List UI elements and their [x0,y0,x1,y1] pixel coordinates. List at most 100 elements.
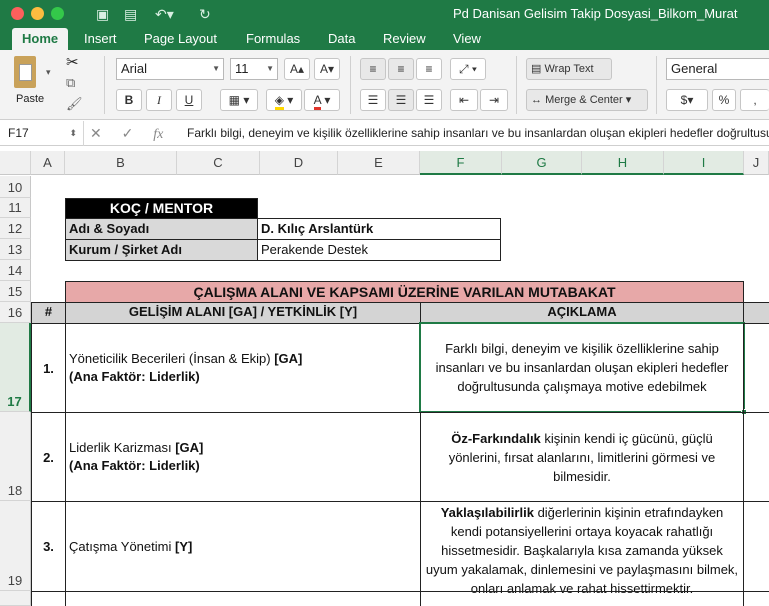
column-header-f[interactable]: F [420,151,502,175]
row-header-18[interactable]: 18 [0,412,31,501]
tab-review[interactable]: Review [373,28,436,50]
table-row-2-num[interactable]: 2. [31,412,66,502]
column-header-h[interactable]: H [582,151,664,175]
org-label-cell[interactable]: Kurum / Şirket Adı [65,239,258,261]
table-row-2-area[interactable]: Liderlik Karizması [GA] (Ana Faktör: Lid… [65,412,421,502]
decrease-indent-button[interactable]: ⇤ [450,89,478,111]
column-header-d[interactable]: D [260,151,338,175]
table-row-2-desc[interactable]: Öz-Farkındalık kişinin kendi iç gücünü, … [420,412,744,502]
merge-center-button[interactable]: ↔ Merge & Center ▾ [526,89,648,111]
row-header-12[interactable]: 12 [0,218,31,239]
column-header-e[interactable]: E [338,151,420,175]
tab-page-layout[interactable]: Page Layout [134,28,227,50]
decrease-font-button[interactable]: A▾ [314,58,340,80]
align-left-button[interactable]: ☰ [360,89,386,111]
percent-button[interactable]: % [712,89,736,111]
column-header-g[interactable]: G [502,151,582,175]
table-row-1-desc-selected[interactable]: Farklı bilgi, deneyim ve kişilik özellik… [419,322,745,413]
copy-icon[interactable]: ⧉ [66,75,75,91]
row-header-20[interactable] [0,591,31,606]
currency-button[interactable]: $▾ [666,89,708,111]
column-header-c[interactable]: C [177,151,260,175]
name-value-cell[interactable]: D. Kılıç Arslantürk [257,218,501,240]
tab-formulas[interactable]: Formulas [236,28,310,50]
table-header-desc[interactable]: AÇIKLAMA [420,302,744,324]
tab-home[interactable]: Home [12,28,69,50]
wrap-text-button[interactable]: ▤ Wrap Text [526,58,612,80]
paste-label[interactable]: Paste [16,93,44,105]
table-header-area[interactable]: GELİŞİM ALANI [GA] / YETKİNLİK [Y] [65,302,421,324]
align-right-button[interactable]: ☰ [416,89,442,111]
table-row-2-extra[interactable] [743,412,769,502]
tab-view[interactable]: View [443,28,491,50]
row-header-14[interactable]: 14 [0,260,31,281]
table-row-3-num[interactable]: 3. [31,501,66,592]
formula-input[interactable]: Farklı bilgi, deneyim ve kişilik özellik… [187,121,769,146]
redo-icon[interactable]: ↻ [199,5,211,23]
format-painter-icon[interactable]: 🖌 [66,96,83,112]
save-icon[interactable]: ▤ [124,5,137,23]
select-all-corner[interactable] [0,151,31,175]
row-header-16[interactable]: 16 [0,302,31,323]
column-header-a[interactable]: A [31,151,65,175]
bold-button[interactable]: B [116,89,142,111]
name-label-cell[interactable]: Adı & Soyadı [65,218,258,240]
fx-icon[interactable]: fx [153,127,163,142]
orientation-button[interactable]: ⤢ ▾ [450,58,486,80]
table-row-1-extra[interactable] [743,323,769,413]
row-header-13[interactable]: 13 [0,239,31,260]
paste-icon[interactable] [14,56,36,88]
cut-icon[interactable]: ✂ [66,53,79,71]
align-middle-button[interactable]: ≡ [388,58,414,80]
merge-icon: ↔ [531,94,542,106]
confirm-icon[interactable]: ✓ [122,125,134,141]
table-header-extra[interactable] [743,302,769,324]
table-row-3-desc[interactable]: Yaklaşılabilirlik diğerlerinin kişinin e… [420,501,744,596]
paste-dropdown-icon[interactable]: ▾ [46,67,51,78]
column-header-j[interactable]: J [744,151,769,175]
underline-button[interactable]: U [176,89,202,111]
number-format-select[interactable]: General [666,58,769,80]
section-title-cell[interactable]: ÇALIŞMA ALANI VE KAPSAMI ÜZERİNE VARILAN… [65,281,744,303]
increase-indent-button[interactable]: ⇥ [480,89,508,111]
table-row-1-area[interactable]: Yöneticilik Becerileri (İnsan & Ekip) [G… [65,323,421,413]
org-value-cell[interactable]: Perakende Destek [257,239,501,261]
align-top-button[interactable]: ≡ [360,58,386,80]
borders-button[interactable]: ▦ ▾ [220,89,258,111]
italic-button[interactable]: I [146,89,172,111]
divider [656,56,657,114]
increase-font-button[interactable]: A▴ [284,58,310,80]
row-header-11[interactable]: 11 [0,198,31,218]
font-size-select[interactable]: 11 ▼ [230,58,278,80]
tab-data[interactable]: Data [318,28,365,50]
fill-color-button[interactable]: ◈ ▾ [266,89,302,111]
column-header-b[interactable]: B [65,151,177,175]
chevron-down-icon: ▼ [212,64,220,73]
comma-button[interactable]: , [740,89,769,111]
table-row-4-num[interactable] [31,591,66,606]
column-header-i[interactable]: I [664,151,744,175]
table-row-3-extra[interactable] [743,501,769,592]
name-box[interactable]: F17 ⬍ [0,121,84,146]
table-row-1-num[interactable]: 1. [31,323,66,413]
sidebar-icon[interactable]: ▣ [96,5,109,23]
row-header-15[interactable]: 15 [0,281,31,302]
font-name-select[interactable]: Arial ▼ [116,58,224,80]
table-row-3-area[interactable]: Çatışma Yönetimi [Y] [65,501,421,592]
row-header-10[interactable]: 10 [0,176,31,198]
cancel-icon[interactable]: ✕ [90,125,102,141]
undo-icon[interactable]: ↶▾ [155,5,174,23]
font-color-button[interactable]: A ▾ [304,89,340,111]
table-header-num[interactable]: # [31,302,66,324]
row-header-17[interactable]: 17 [0,323,31,412]
close-window-button[interactable] [11,7,24,20]
align-bottom-button[interactable]: ≡ [416,58,442,80]
tab-insert[interactable]: Insert [74,28,127,50]
koc-mentor-header[interactable]: KOÇ / MENTOR [65,198,258,219]
table-row-4-area[interactable] [65,591,421,606]
minimize-window-button[interactable] [31,7,44,20]
zoom-window-button[interactable] [51,7,64,20]
align-center-button[interactable]: ☰ [388,89,414,111]
row-header-19[interactable]: 19 [0,501,31,591]
table-row-4-desc[interactable] [420,591,744,606]
